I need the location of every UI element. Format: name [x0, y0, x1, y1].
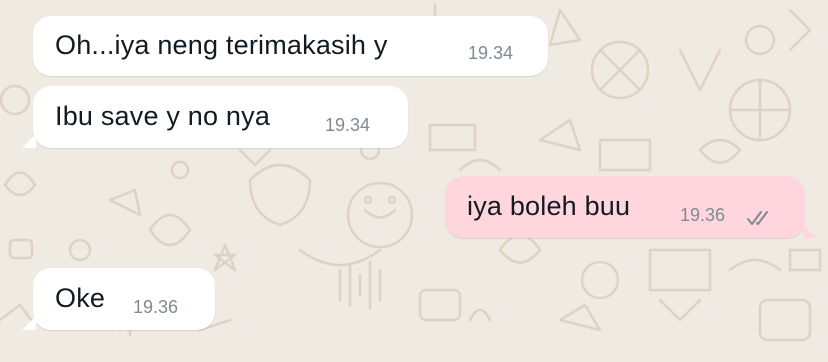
- message-bubble-incoming[interactable]: Oh...iya neng terimakasih y 19.34: [33, 16, 548, 76]
- message-text: iya boleh buu: [467, 191, 631, 221]
- message-text: Oh...iya neng terimakasih y: [55, 30, 388, 60]
- message-bubble-outgoing[interactable]: iya boleh buu 19.36: [445, 176, 805, 238]
- message-time: 19.36: [133, 297, 179, 317]
- message-time: 19.34: [468, 43, 514, 63]
- bubble-tail-icon: [22, 134, 36, 148]
- message-bubble-incoming[interactable]: Ibu save y no nya 19.34: [33, 86, 408, 148]
- message-text: Oke: [55, 283, 106, 313]
- bubble-tail-icon: [22, 316, 36, 330]
- message-text: Ibu save y no nya: [55, 101, 271, 131]
- message-time: 19.36: [680, 205, 726, 225]
- read-ticks-icon: [747, 211, 768, 225]
- message-bubble-incoming[interactable]: Oke 19.36: [33, 268, 215, 330]
- bubble-tail-icon: [803, 224, 817, 238]
- message-time: 19.34: [325, 115, 371, 135]
